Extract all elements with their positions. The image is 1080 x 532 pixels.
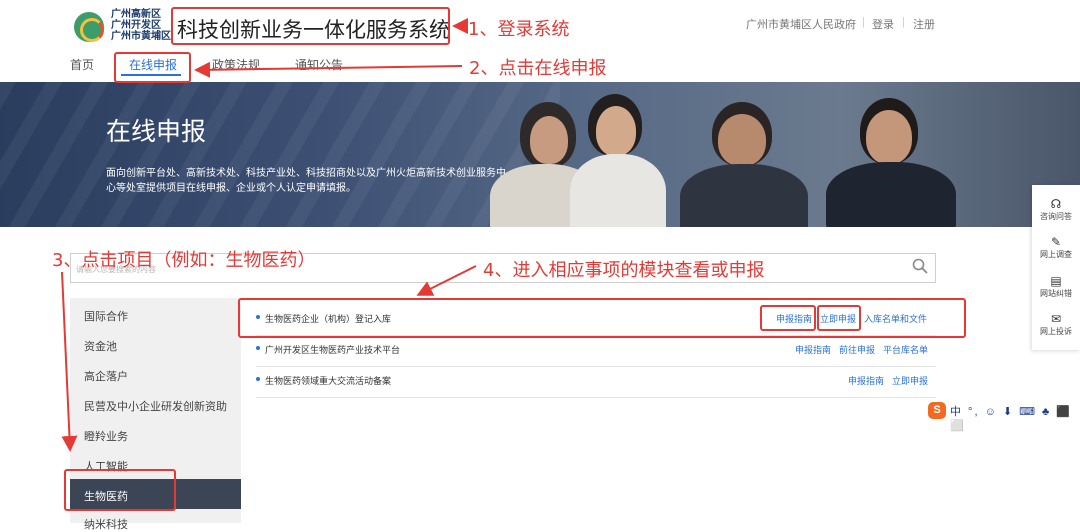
side-complaint[interactable]: ✉ 网上投诉	[1032, 312, 1080, 337]
side-survey-label: 网上调查	[1040, 250, 1072, 259]
side-complaint-label: 网上投诉	[1040, 327, 1072, 336]
logo-line-3: 广州市黄埔区	[111, 31, 171, 42]
ime-toolbar[interactable]: S 中 °, ☺ ⬇ ⌨ ♣ ⬛ ⬜	[926, 401, 1080, 432]
category-hightech-settle[interactable]: 高企落户	[84, 368, 128, 384]
category-nano[interactable]: 纳米科技	[84, 516, 128, 532]
banner-face-4	[866, 110, 912, 164]
side-consult[interactable]: ☊ 咨询问答	[1032, 197, 1080, 222]
annotation-step4: 4、进入相应事项的模块查看或申报	[483, 260, 765, 281]
side-consult-label: 咨询问答	[1040, 212, 1072, 221]
list-item: 生物医药领域重大交流活动备案 申报指南 立即申报	[256, 366, 936, 394]
banner-body-4	[826, 162, 956, 227]
row-divider	[256, 397, 936, 398]
guide-link[interactable]: 申报指南	[795, 343, 831, 356]
bullet-icon	[256, 377, 260, 381]
category-international[interactable]: 国际合作	[84, 308, 128, 324]
nav-policy[interactable]: 政策法规	[212, 56, 260, 73]
apply-link[interactable]: 立即申报	[892, 374, 928, 387]
annotation-step1: 1、登录系统	[468, 19, 570, 40]
logo-line-2: 广州开发区	[111, 20, 161, 31]
item-title[interactable]: 生物医药领域重大交流活动备案	[265, 374, 391, 387]
banner-face-2	[596, 106, 636, 156]
ime-tools[interactable]: 中 °, ☺ ⬇ ⌨ ♣ ⬛ ⬜	[950, 403, 1080, 432]
logo-text: 广州高新区 广州开发区 广州市黄埔区	[111, 9, 171, 42]
annotation-box-nav	[114, 52, 191, 83]
divider: |	[902, 16, 905, 28]
banner-title: 在线申报	[106, 117, 207, 146]
annotation-box-guide	[760, 305, 816, 331]
list-item: 广州开发区生物医药产业技术平台 申报指南 前往申报 平台库名单	[256, 335, 936, 363]
side-correction[interactable]: ▤ 网站纠错	[1032, 274, 1080, 299]
arrow-step3	[61, 271, 78, 452]
banner-face-1	[530, 116, 568, 164]
logo-icon	[74, 12, 104, 42]
headset-icon: ☊	[1050, 197, 1062, 211]
banner-description: 面向创新平台处、高新技术处、科技产业处、科技招商处以及广州火炬高新技术创业服务中…	[106, 168, 506, 194]
bullet-icon	[256, 346, 260, 350]
category-gazelle[interactable]: 瞪羚业务	[84, 428, 128, 444]
nav-notice[interactable]: 通知公告	[295, 56, 343, 73]
search-icon[interactable]	[912, 258, 928, 274]
side-correction-label: 网站纠错	[1040, 289, 1072, 298]
edit-icon: ✎	[1050, 235, 1062, 249]
ime-logo-icon[interactable]: S	[928, 402, 946, 419]
annotation-step2: 2、点击在线申报	[469, 58, 607, 79]
annotation-box-title	[171, 7, 450, 45]
service-sidebar: ☊ 咨询问答 ✎ 网上调查 ▤ 网站纠错 ✉ 网上投诉	[1032, 185, 1080, 350]
banner-body-3	[680, 164, 808, 227]
divider: |	[862, 16, 865, 28]
register-link[interactable]: 注册	[913, 16, 935, 32]
banner	[0, 82, 1080, 227]
guide-link[interactable]: 申报指南	[848, 374, 884, 387]
item-title[interactable]: 广州开发区生物医药产业技术平台	[265, 343, 400, 356]
nav-home[interactable]: 首页	[70, 56, 94, 73]
side-survey[interactable]: ✎ 网上调查	[1032, 235, 1080, 260]
login-link[interactable]: 登录	[872, 16, 894, 32]
annotation-box-category	[64, 469, 176, 511]
category-fund-pool[interactable]: 资金池	[84, 338, 117, 354]
annotation-box-apply	[817, 305, 861, 331]
banner-body-2	[570, 154, 666, 227]
category-sme-rd[interactable]: 民营及中小企业研发创新资助	[84, 398, 227, 414]
banner-face-3	[718, 114, 766, 166]
document-icon: ▤	[1050, 274, 1062, 288]
annotation-step3: 3、点击项目（例如：生物医药）	[52, 250, 316, 271]
platform-list-link[interactable]: 平台库名单	[883, 343, 928, 356]
mail-icon: ✉	[1050, 312, 1062, 326]
logo-line-1: 广州高新区	[111, 9, 161, 20]
banner-pattern	[0, 82, 560, 227]
goto-apply-link[interactable]: 前往申报	[839, 343, 875, 356]
gov-link[interactable]: 广州市黄埔区人民政府	[746, 16, 856, 32]
